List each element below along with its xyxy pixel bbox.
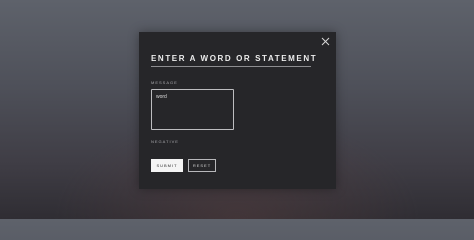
submit-button[interactable]: SUBMIT [151, 159, 183, 172]
close-button[interactable] [321, 37, 330, 46]
modal-title: ENTER A WORD OR STATEMENT [151, 54, 318, 63]
close-icon [321, 37, 330, 46]
message-label: MESSAGE [151, 80, 178, 85]
title-divider [151, 66, 311, 67]
result-label: NEGATIVE [151, 139, 179, 144]
reset-button[interactable]: RESET [188, 159, 216, 172]
message-input[interactable]: word [151, 89, 234, 130]
